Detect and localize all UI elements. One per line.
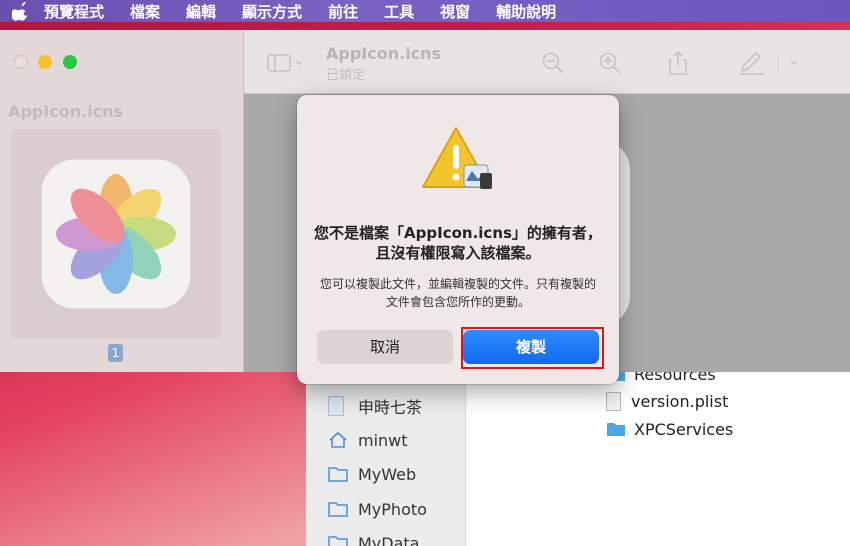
sidebar-item-label: MyPhoto [358, 499, 427, 519]
menu-item-preview[interactable]: 預覽程式 [44, 1, 104, 22]
document-title: AppIcon.icns [326, 44, 442, 63]
menu-item-edit[interactable]: 編輯 [186, 1, 216, 22]
page-number-badge: 1 [108, 344, 123, 362]
file-name: XPCServices [634, 419, 734, 439]
page-thumbnail[interactable] [11, 129, 221, 339]
zoom-out-icon[interactable] [540, 50, 566, 76]
folder-icon [328, 500, 348, 518]
file-item[interactable]: XPCServices [606, 417, 733, 441]
sidebar-item-folder[interactable]: MyPhoto [328, 495, 427, 523]
sidebar-item-folder[interactable]: MyData [328, 529, 419, 546]
folder-icon [328, 465, 348, 483]
sidebar-item-label: 申時七茶 [358, 398, 423, 417]
document-status: 已鎖定 [326, 68, 366, 83]
close-window-button[interactable] [14, 55, 28, 69]
zoom-window-button[interactable] [63, 55, 77, 69]
menu-item-view[interactable]: 顯示方式 [242, 1, 302, 22]
folder-icon [328, 534, 348, 546]
warning-icon [422, 127, 492, 189]
sidebar-item-label: minwt [358, 430, 408, 450]
sidebar-item-label: MyWeb [358, 464, 417, 484]
minimize-window-button[interactable] [38, 55, 52, 69]
cancel-button[interactable]: 取消 [317, 330, 453, 364]
plist-file-icon [606, 391, 621, 411]
sidebar-item-label: MyData [358, 533, 420, 546]
zoom-in-icon[interactable] [597, 50, 623, 76]
menu-item-help[interactable]: 輔助說明 [496, 1, 556, 22]
share-icon[interactable] [665, 50, 691, 76]
dialog-title: 您不是檔案「AppIcon.icns」的擁有者，且沒有權限寫入該檔案。 [314, 224, 602, 262]
sidebar-toggle-icon[interactable] [266, 50, 306, 76]
file-name: version.plist [631, 391, 729, 411]
document-icon [328, 396, 344, 416]
watermark: minwt.com [728, 522, 804, 538]
home-icon [328, 431, 348, 449]
sidebar-title: AppIcon.icns [8, 102, 124, 121]
sidebar-item-folder[interactable]: MyWeb [328, 460, 416, 488]
menu-item-file[interactable]: 檔案 [130, 1, 160, 22]
menu-item-tools[interactable]: 工具 [384, 1, 414, 22]
sidebar-item-home[interactable]: minwt [328, 426, 408, 454]
menu-item-window[interactable]: 視窗 [440, 1, 470, 22]
apple-icon[interactable] [10, 0, 32, 22]
markup-pen-icon[interactable] [738, 50, 808, 76]
folder-icon [606, 420, 626, 438]
menu-bar: 預覽程式 檔案 編輯 顯示方式 前往 工具 視窗 輔助說明 [0, 0, 850, 22]
sidebar-item-doc[interactable]: 申時七茶 [328, 392, 422, 420]
menu-item-go[interactable]: 前往 [328, 1, 358, 22]
dialog-message: 您可以複製此文件，並編輯複製的文件。只有複製的文件會包含您所作的更動。 [319, 277, 596, 309]
photos-app-icon [40, 158, 192, 310]
thumbnail-sidebar: AppIcon.icns 1 [0, 30, 244, 372]
highlight-box [461, 327, 604, 369]
file-item[interactable]: version.plist [606, 389, 728, 413]
